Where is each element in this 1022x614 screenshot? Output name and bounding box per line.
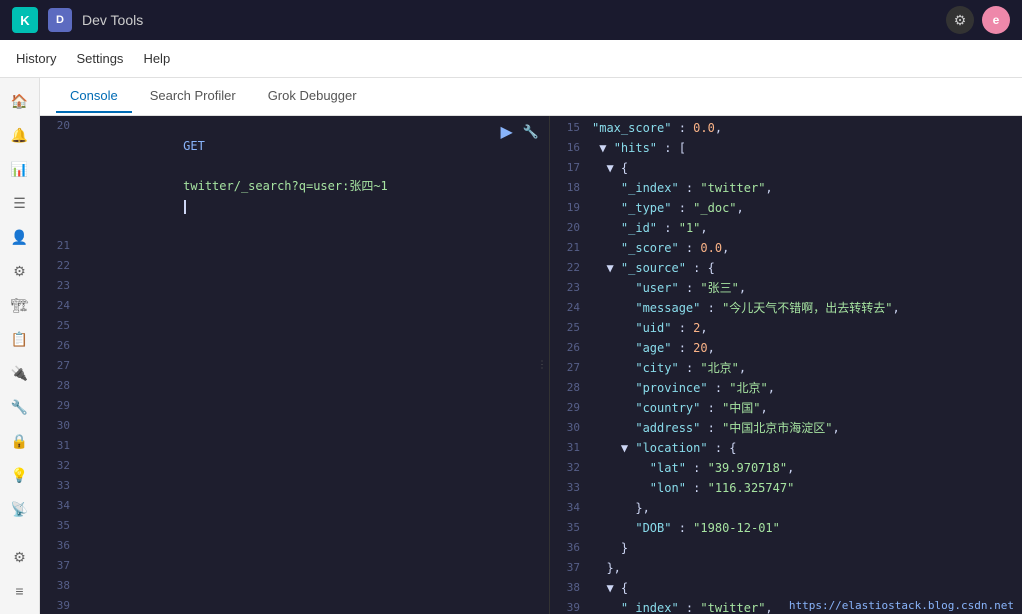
editor-line-38: 38 (40, 576, 549, 596)
sidebar-icon-bell[interactable]: 🔔 (5, 120, 35, 150)
sidebar-icon-tips[interactable]: 💡 (5, 460, 35, 490)
code-output-area: 15 "max_score" : 0.0, 16 ▼ "hits" : [ 17… (550, 116, 1022, 614)
tab-search-profiler[interactable]: Search Profiler (136, 80, 250, 113)
resize-handle[interactable]: ⋮ (535, 360, 549, 371)
editor-line-37: 37 (40, 556, 549, 576)
code-input-area[interactable]: 20 GET twitter/_search?q=user:张四~1 ▶ 🔧 (40, 116, 549, 614)
main-content: 🏠 🔔 📊 ☰ 👤 ⚙ 🏗 📋 🔌 🔧 🔒 💡 📡 ⚙ ≡ Console Se… (0, 78, 1022, 614)
output-line-26: 26 "age" : 20, (550, 338, 1022, 358)
editor-line-21: 21 (40, 236, 549, 256)
editor-line-26: 26 (40, 336, 549, 356)
nav-history[interactable]: History (16, 43, 56, 74)
output-line-36: 36 } (550, 538, 1022, 558)
sidebar-icon-settings[interactable]: ⚙ (5, 542, 35, 572)
top-bar-actions: ⚙ e (946, 6, 1010, 34)
output-line-25: 25 "uid" : 2, (550, 318, 1022, 338)
output-line-16: 16 ▼ "hits" : [ (550, 138, 1022, 158)
output-line-15: 15 "max_score" : 0.0, (550, 118, 1022, 138)
output-line-22: 22 ▼ "_source" : { (550, 258, 1022, 278)
sidebar-icon-user[interactable]: 👤 (5, 222, 35, 252)
output-line-34: 34 }, (550, 498, 1022, 518)
output-line-23: 23 "user" : "张三", (550, 278, 1022, 298)
editor-line-32: 32 (40, 456, 549, 476)
editor-line-25: 25 (40, 316, 549, 336)
gear-icon[interactable]: ⚙ (946, 6, 974, 34)
editor-right-panel: 15 "max_score" : 0.0, 16 ▼ "hits" : [ 17… (550, 116, 1022, 614)
editor-area: 20 GET twitter/_search?q=user:张四~1 ▶ 🔧 (40, 116, 1022, 614)
output-line-35: 35 "DOB" : "1980-12-01" (550, 518, 1022, 538)
output-line-24: 24 "message" : "今儿天气不错啊，出去转转去", (550, 298, 1022, 318)
output-line-21: 21 "_score" : 0.0, (550, 238, 1022, 258)
output-line-20: 20 "_id" : "1", (550, 218, 1022, 238)
output-line-18: 18 "_index" : "twitter", (550, 178, 1022, 198)
output-line-28: 28 "province" : "北京", (550, 378, 1022, 398)
editor-line-30: 30 (40, 416, 549, 436)
nav-bar: History Settings Help (0, 40, 1022, 78)
app-title: Dev Tools (82, 12, 936, 28)
output-line-17: 17 ▼ { (550, 158, 1022, 178)
tab-grok-debugger[interactable]: Grok Debugger (254, 80, 371, 113)
editor-line-20: 20 GET twitter/_search?q=user:张四~1 (40, 116, 549, 236)
output-line-38: 38 ▼ { (550, 578, 1022, 598)
sidebar-icon-wrench[interactable]: 🔧 (5, 392, 35, 422)
devtools-app-icon[interactable]: D (48, 8, 72, 32)
editor-line-35: 35 (40, 516, 549, 536)
wrench-button[interactable]: 🔧 (521, 122, 541, 142)
avatar[interactable]: e (982, 6, 1010, 34)
output-line-32: 32 "lat" : "39.970718", (550, 458, 1022, 478)
output-line-30: 30 "address" : "中国北京市海淀区", (550, 418, 1022, 438)
sidebar: 🏠 🔔 📊 ☰ 👤 ⚙ 🏗 📋 🔌 🔧 🔒 💡 📡 ⚙ ≡ (0, 78, 40, 614)
editor-line-33: 33 (40, 476, 549, 496)
tabs-bar: Console Search Profiler Grok Debugger (40, 78, 1022, 116)
sidebar-icon-build[interactable]: 🏗 (5, 290, 35, 320)
output-line-27: 27 "city" : "北京", (550, 358, 1022, 378)
sidebar-icon-chart[interactable]: 📊 (5, 154, 35, 184)
sidebar-icon-list[interactable]: 📋 (5, 324, 35, 354)
sidebar-icon-plugin[interactable]: 🔌 (5, 358, 35, 388)
output-line-33: 33 "lon" : "116.325747" (550, 478, 1022, 498)
url-bar: https://elastiostack.blog.csdn.net (781, 597, 1022, 614)
run-button[interactable]: ▶ (499, 120, 515, 144)
editor-line-39: 39 (40, 596, 549, 614)
editor-line-22: 22 (40, 256, 549, 276)
sidebar-icon-menu[interactable]: ☰ (5, 188, 35, 218)
editor-line-31: 31 (40, 436, 549, 456)
tab-console[interactable]: Console (56, 80, 132, 113)
nav-help[interactable]: Help (143, 43, 170, 74)
editor-line-34: 34 (40, 496, 549, 516)
nav-settings[interactable]: Settings (76, 43, 123, 74)
input-toolbar: ▶ 🔧 (499, 120, 542, 144)
sidebar-icon-gear[interactable]: ⚙ (5, 256, 35, 286)
editor-line-29: 29 (40, 396, 549, 416)
sidebar-icon-lock[interactable]: 🔒 (5, 426, 35, 456)
editor-line-24: 24 (40, 296, 549, 316)
content-area: Console Search Profiler Grok Debugger 20… (40, 78, 1022, 614)
editor-left-panel: 20 GET twitter/_search?q=user:张四~1 ▶ 🔧 (40, 116, 550, 614)
editor-line-27: 27 (40, 356, 549, 376)
editor-line-23: 23 (40, 276, 549, 296)
output-line-31: 31 ▼ "location" : { (550, 438, 1022, 458)
editor-line-36: 36 (40, 536, 549, 556)
output-line-29: 29 "country" : "中国", (550, 398, 1022, 418)
sidebar-icon-signal[interactable]: 📡 (5, 494, 35, 524)
output-line-37: 37 }, (550, 558, 1022, 578)
top-bar: K D Dev Tools ⚙ e (0, 0, 1022, 40)
editor-line-28: 28 (40, 376, 549, 396)
kibana-logo: K (12, 7, 38, 33)
output-line-19: 19 "_type" : "_doc", (550, 198, 1022, 218)
sidebar-icon-hamburger[interactable]: ≡ (5, 576, 35, 606)
sidebar-icon-home[interactable]: 🏠 (5, 86, 35, 116)
